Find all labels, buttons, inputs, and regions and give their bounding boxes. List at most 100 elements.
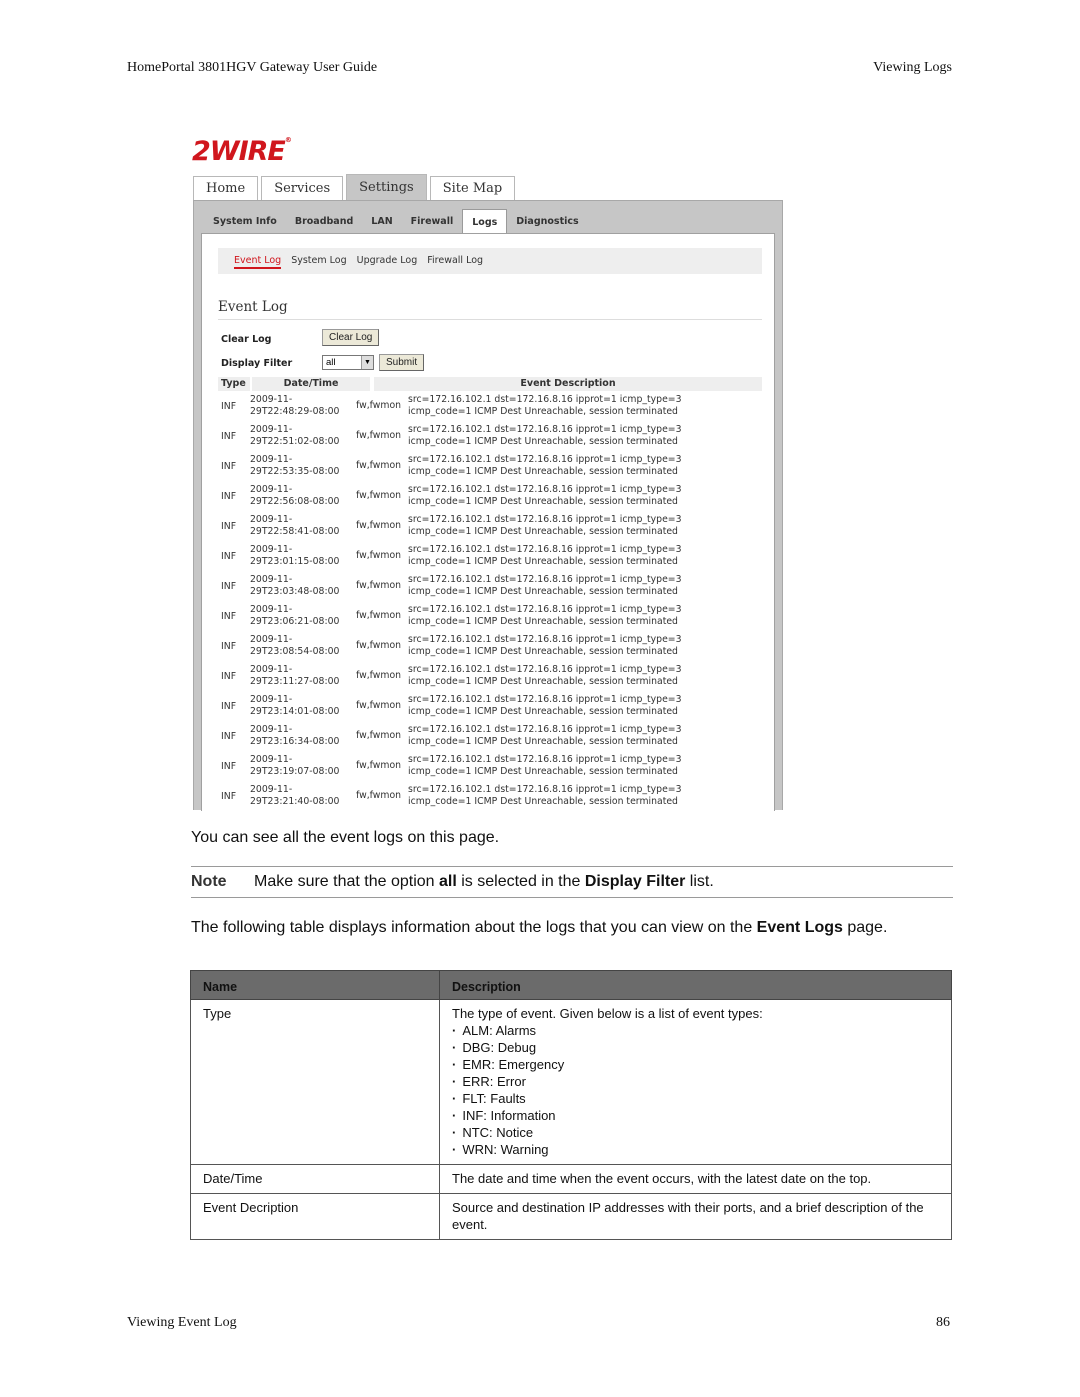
log-description-line1: src=172.16.102.1 dst=172.16.8.16 ipprot=… — [408, 514, 682, 525]
note-display-filter: Display Filter — [584, 873, 686, 890]
table-row: INF 2009-11- 29T23:11:27-08:00 fw,fwmon src=… — [218, 663, 762, 693]
note-label: Note — [191, 873, 227, 890]
log-time: 29T23:21:40-08:00 — [250, 796, 340, 807]
log-time: 29T22:53:35-08:00 — [250, 466, 340, 477]
log-source: fw,fwmon — [356, 610, 402, 621]
log-description-line1: src=172.16.102.1 dst=172.16.8.16 ipprot=… — [408, 484, 682, 495]
log-description-line2: icmp_code=1 ICMP Dest Unreachable, sessi… — [408, 406, 678, 417]
log-description: src=172.16.102.1 dst=172.16.8.16 ipprot=… — [408, 424, 682, 448]
log-type-links: Event Log System Log Upgrade Log Firewal… — [218, 248, 762, 274]
ref-header-description: Description — [439, 970, 952, 1000]
log-description: src=172.16.102.1 dst=172.16.8.16 ipprot=… — [408, 784, 682, 808]
link-firewall-log[interactable]: Firewall Log — [427, 255, 483, 274]
log-description-line2: icmp_code=1 ICMP Dest Unreachable, sessi… — [408, 616, 678, 627]
log-time: 29T23:06:21-08:00 — [250, 616, 340, 627]
log-description-line1: src=172.16.102.1 dst=172.16.8.16 ipprot=… — [408, 634, 682, 645]
table-intro-pre: The following table displays information… — [191, 919, 757, 936]
log-type: INF — [221, 431, 237, 442]
log-description: src=172.16.102.1 dst=172.16.8.16 ipprot=… — [408, 514, 682, 538]
subtab-lan[interactable]: LAN — [362, 211, 401, 233]
subtab-firewall[interactable]: Firewall — [402, 211, 463, 233]
log-time: 29T23:01:15-08:00 — [250, 556, 340, 567]
link-event-log[interactable]: Event Log — [234, 255, 282, 269]
log-time: 29T22:58:41-08:00 — [250, 526, 340, 537]
event-log-table-header: Type Date/Time Event Description — [218, 377, 762, 391]
tab-site-map[interactable]: Site Map — [429, 176, 516, 200]
submit-button[interactable]: Submit — [379, 354, 425, 371]
log-description-line2: icmp_code=1 ICMP Dest Unreachable, sessi… — [408, 796, 678, 807]
log-source: fw,fwmon — [356, 760, 402, 771]
subtab-broadband[interactable]: Broadband — [286, 211, 362, 233]
log-description-line1: src=172.16.102.1 dst=172.16.8.16 ipprot=… — [408, 724, 682, 735]
subtab-logs[interactable]: Logs — [462, 209, 508, 233]
intro-paragraph: You can see all the event logs on this p… — [191, 829, 500, 846]
log-date: 2009-11- — [250, 484, 293, 495]
log-description: src=172.16.102.1 dst=172.16.8.16 ipprot=… — [408, 634, 682, 658]
list-item: WRN: Warning — [452, 1141, 939, 1158]
log-time: 29T23:03:48-08:00 — [250, 586, 340, 597]
table-row: INF 2009-11- 29T23:06:21-08:00 fw,fwmon src=… — [218, 603, 762, 633]
log-description-line1: src=172.16.102.1 dst=172.16.8.16 ipprot=… — [408, 394, 682, 405]
log-description-line2: icmp_code=1 ICMP Dest Unreachable, sessi… — [408, 646, 678, 657]
tab-settings[interactable]: Settings — [346, 174, 427, 200]
column-header-description: Event Description — [374, 377, 762, 391]
ref-table-header-row: Name Description — [190, 970, 952, 1000]
log-datetime: 2009-11- 29T23:14:01-08:00 — [250, 694, 339, 718]
chevron-down-icon[interactable]: ▼ — [361, 356, 373, 369]
page-number: 86 — [936, 1315, 950, 1330]
log-source: fw,fwmon — [356, 670, 402, 681]
log-type: INF — [221, 581, 237, 592]
log-type: INF — [221, 701, 237, 712]
log-date: 2009-11- — [250, 544, 293, 555]
2wire-logo: 2WIRE® — [192, 136, 292, 167]
link-system-log[interactable]: System Log — [291, 255, 346, 274]
ref-row-description: The type of event. Given below is a list… — [439, 999, 952, 1165]
log-description-line2: icmp_code=1 ICMP Dest Unreachable, sessi… — [408, 556, 678, 567]
log-description-line1: src=172.16.102.1 dst=172.16.8.16 ipprot=… — [408, 574, 682, 585]
table-row: Event Decription Source and destination … — [190, 1193, 952, 1240]
table-row: INF 2009-11- 29T23:01:15-08:00 fw,fwmon src=… — [218, 543, 762, 573]
list-item: DBG: Debug — [452, 1039, 939, 1056]
ref-row-name: Date/Time — [190, 1164, 440, 1194]
logs-content: Event Log System Log Upgrade Log Firewal… — [201, 233, 775, 811]
log-description-line2: icmp_code=1 ICMP Dest Unreachable, sessi… — [408, 466, 678, 477]
log-datetime: 2009-11- 29T23:21:40-08:00 — [250, 784, 339, 808]
subtab-system-info[interactable]: System Info — [204, 211, 286, 233]
log-date: 2009-11- — [250, 634, 293, 645]
log-description-line1: src=172.16.102.1 dst=172.16.8.16 ipprot=… — [408, 454, 682, 465]
note-option-all: all — [439, 873, 457, 890]
log-datetime: 2009-11- 29T22:48:29-08:00 — [250, 394, 339, 418]
log-date: 2009-11- — [250, 394, 293, 405]
log-date: 2009-11- — [250, 514, 293, 525]
log-description: src=172.16.102.1 dst=172.16.8.16 ipprot=… — [408, 484, 682, 508]
logo-registered-mark: ® — [284, 136, 292, 144]
log-description-line1: src=172.16.102.1 dst=172.16.8.16 ipprot=… — [408, 544, 682, 555]
log-description-line1: src=172.16.102.1 dst=172.16.8.16 ipprot=… — [408, 664, 682, 675]
log-datetime: 2009-11- 29T22:58:41-08:00 — [250, 514, 339, 538]
link-upgrade-log[interactable]: Upgrade Log — [357, 255, 418, 274]
tab-home[interactable]: Home — [193, 176, 259, 200]
table-row: INF 2009-11- 29T23:14:01-08:00 fw,fwmon src=… — [218, 693, 762, 723]
tab-services[interactable]: Services — [261, 176, 344, 200]
subtab-diagnostics[interactable]: Diagnostics — [507, 211, 587, 233]
event-log-rows: INF 2009-11- 29T22:48:29-08:00 fw,fwmon src=… — [218, 393, 762, 813]
table-intro-post: page. — [842, 919, 888, 936]
table-row: INF 2009-11- 29T22:53:35-08:00 fw,fwmon src=… — [218, 453, 762, 483]
log-description-line2: icmp_code=1 ICMP Dest Unreachable, sessi… — [408, 736, 678, 747]
log-description: src=172.16.102.1 dst=172.16.8.16 ipprot=… — [408, 394, 682, 418]
section-title: Event Log — [218, 299, 762, 320]
note-text-post: list. — [685, 873, 714, 890]
sub-tabs: System Info Broadband LAN Firewall Logs … — [204, 209, 588, 233]
display-filter-select[interactable]: all ▼ — [322, 355, 374, 370]
log-source: fw,fwmon — [356, 640, 402, 651]
clear-log-button[interactable]: Clear Log — [322, 329, 380, 346]
table-row: INF 2009-11- 29T23:16:34-08:00 fw,fwmon src=… — [218, 723, 762, 753]
log-source: fw,fwmon — [356, 520, 402, 531]
log-time: 29T23:14:01-08:00 — [250, 706, 340, 717]
table-row: INF 2009-11- 29T23:08:54-08:00 fw,fwmon src=… — [218, 633, 762, 663]
table-row: INF 2009-11- 29T23:03:48-08:00 fw,fwmon src=… — [218, 573, 762, 603]
log-description-line2: icmp_code=1 ICMP Dest Unreachable, sessi… — [408, 496, 678, 507]
list-item: NTC: Notice — [452, 1124, 939, 1141]
log-description: src=172.16.102.1 dst=172.16.8.16 ipprot=… — [408, 604, 682, 628]
display-filter-value: all — [326, 357, 336, 368]
